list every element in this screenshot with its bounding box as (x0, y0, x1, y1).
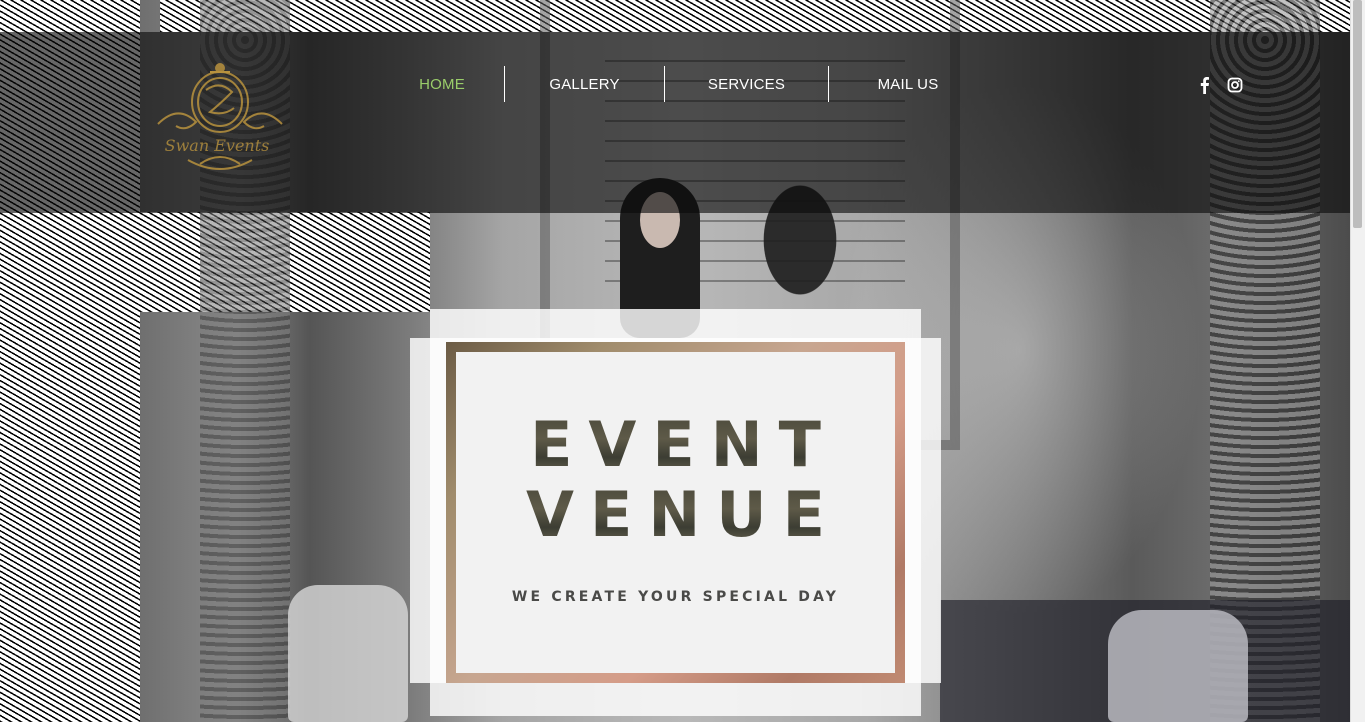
nav-item-home[interactable]: HOME (380, 66, 504, 102)
hero-title-line-1: EVENT (456, 414, 895, 476)
social-links (1197, 76, 1243, 94)
hero-tagline: WE CREATE YOUR SPECIAL DAY (511, 589, 840, 605)
brand-logo[interactable] (148, 60, 288, 180)
main-nav: HOME GALLERY SERVICES MAIL US (380, 66, 987, 102)
nav-item-mail-us[interactable]: MAIL US (829, 66, 987, 102)
hero-title-line-2: VENUE (456, 484, 895, 546)
scrollbar-thumb[interactable] (1353, 0, 1362, 228)
nav-item-services[interactable]: SERVICES (665, 66, 828, 102)
nav-item-gallery[interactable]: GALLERY (505, 66, 664, 102)
logo-text: Swan Events (164, 136, 270, 155)
instagram-icon[interactable] (1227, 76, 1243, 94)
flower-vase-left (288, 585, 408, 722)
facebook-icon[interactable] (1197, 76, 1213, 94)
flower-vase-right (1108, 610, 1248, 722)
page-scrollbar[interactable] (1350, 0, 1365, 722)
logo-emblem-icon (157, 63, 283, 170)
